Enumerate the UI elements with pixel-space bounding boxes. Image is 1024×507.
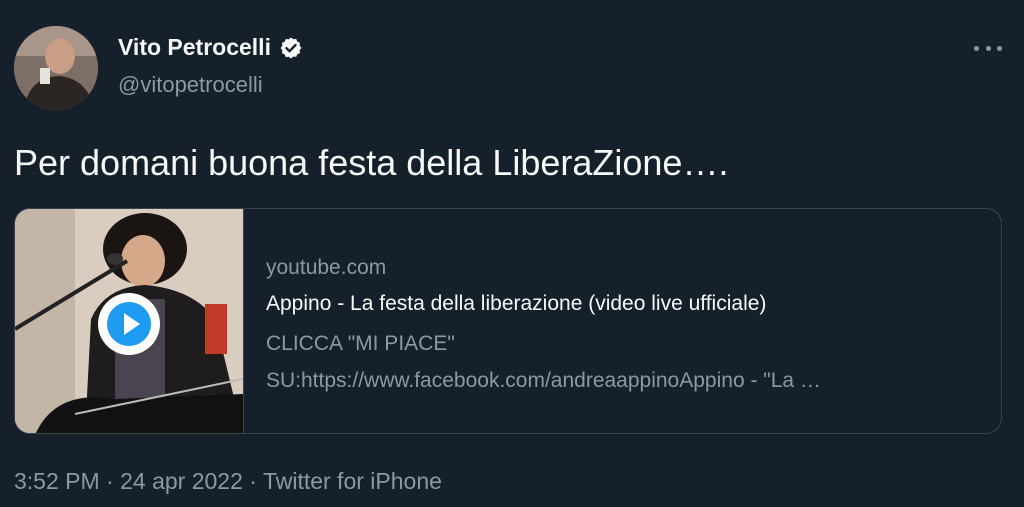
- play-button[interactable]: [98, 293, 160, 355]
- meta-separator: ·: [106, 468, 114, 494]
- tweet-text: Per domani buona festa della LiberaZione…: [14, 142, 729, 183]
- card-description-line-1: CLICCA "MI PIACE": [266, 332, 455, 355]
- author-display-name[interactable]: Vito Petrocelli: [118, 34, 271, 61]
- author-handle[interactable]: @vitopetrocelli: [118, 72, 263, 98]
- tweet-source[interactable]: Twitter for iPhone: [263, 468, 442, 494]
- tweet-time[interactable]: 3:52 PM: [14, 468, 100, 494]
- verified-badge-icon: [280, 37, 302, 58]
- video-thumbnail[interactable]: [15, 209, 244, 433]
- meta-separator: ·: [249, 468, 257, 494]
- play-icon: [102, 297, 156, 351]
- link-card[interactable]: youtube.com Appino - La festa della libe…: [14, 208, 1002, 434]
- card-description: CLICCA "MI PIACE" SU:https://www.faceboo…: [266, 325, 986, 399]
- tweet-date[interactable]: 24 apr 2022: [120, 468, 243, 494]
- tweet-meta: 3:52 PM · 24 apr 2022 · Twitter for iPho…: [14, 468, 442, 495]
- card-title: Appino - La festa della liberazione (vid…: [266, 292, 767, 315]
- user-avatar-photo: [14, 26, 98, 110]
- card-domain: youtube.com: [266, 256, 387, 279]
- avatar[interactable]: [14, 26, 98, 110]
- more-icon[interactable]: [974, 38, 1002, 58]
- card-description-line-2: SU:https://www.facebook.com/andreaappino…: [266, 369, 821, 392]
